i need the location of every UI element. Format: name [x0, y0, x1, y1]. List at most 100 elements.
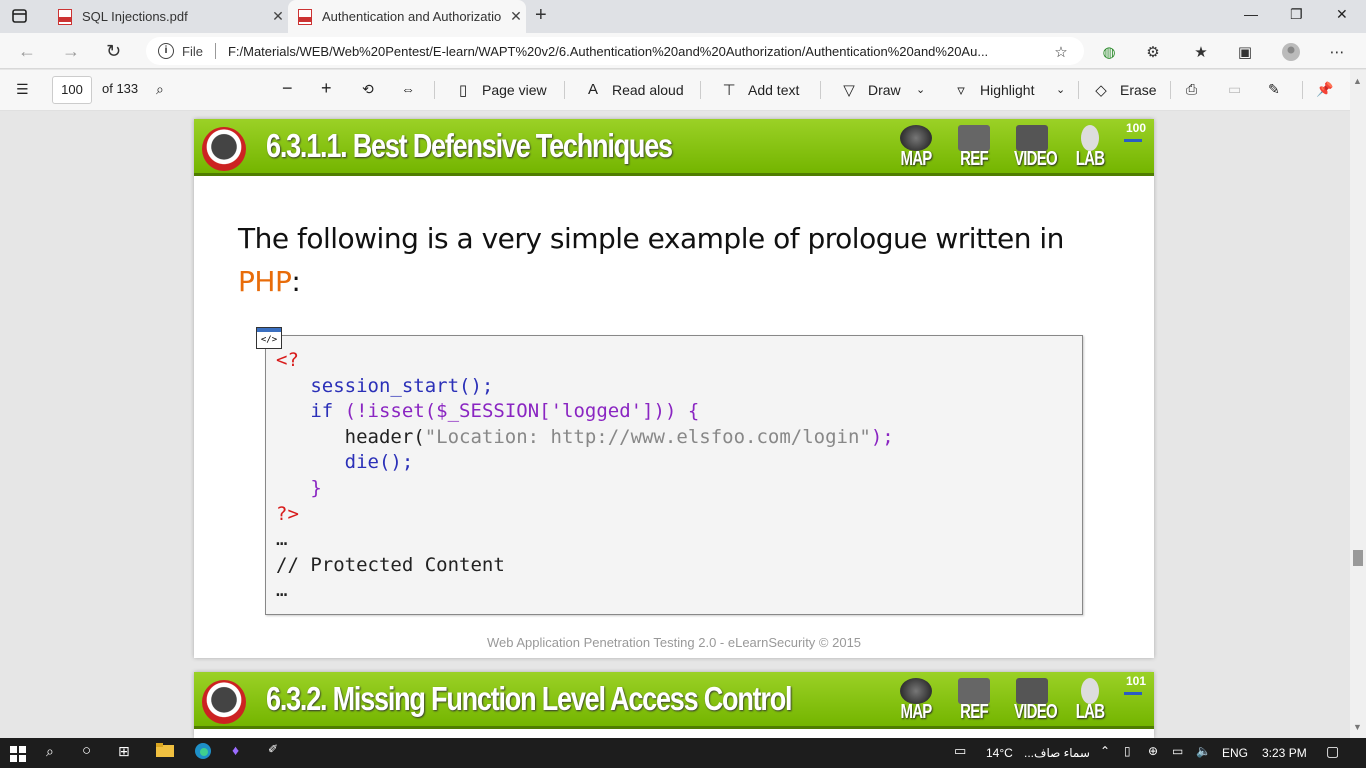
- close-tab-icon[interactable]: ✕: [506, 8, 526, 25]
- extension-globe-icon[interactable]: ◍: [1100, 43, 1118, 61]
- zoom-out-button[interactable]: −: [282, 78, 293, 99]
- highlight-label: Highlight: [980, 82, 1035, 98]
- pdf-page-next: 6.3.2. Missing Function Level Access Con…: [194, 672, 1154, 738]
- windows-start-icon[interactable]: [10, 746, 26, 762]
- read-aloud-label: Read aloud: [612, 81, 684, 98]
- erase-button[interactable]: ◇ Erase: [1092, 81, 1157, 99]
- rotate-icon[interactable]: ⟲: [362, 81, 374, 98]
- slide-title: 6.3.1.1. Best Defensive Techniques: [266, 127, 673, 164]
- tab-actions-icon[interactable]: [10, 7, 30, 25]
- elearnsecurity-logo-icon: [202, 680, 246, 724]
- add-text-button[interactable]: ⊤ Add text: [720, 81, 799, 99]
- favorites-icon[interactable]: ★: [1192, 43, 1210, 61]
- tab-authentication[interactable]: Authentication and Authorizatio ✕: [288, 0, 526, 33]
- info-icon[interactable]: i: [158, 43, 174, 59]
- tray-app-icon[interactable]: ▯: [1124, 744, 1131, 758]
- scrollbar-thumb[interactable]: [1353, 550, 1363, 566]
- contents-icon[interactable]: ☰: [16, 81, 29, 98]
- extensions-icon[interactable]: ⚙: [1144, 43, 1162, 61]
- read-aloud-button[interactable]: A Read aloud: [584, 81, 684, 98]
- weather-icon[interactable]: ▭: [954, 743, 966, 759]
- notification-icon[interactable]: ▢: [1326, 743, 1339, 760]
- highlight-options-chevron-icon[interactable]: ⌄: [1056, 83, 1065, 96]
- profile-avatar[interactable]: [1282, 43, 1300, 61]
- zoom-in-button[interactable]: +: [321, 78, 332, 99]
- windows-taskbar: ⌕ ○ ⊞ ♦ ✐ ▭ 14°C سماء صاف... ⌃ ▯ ⊕ ▭ 🔈 E…: [0, 738, 1366, 768]
- close-tab-icon[interactable]: ✕: [268, 8, 288, 25]
- app-wrench-icon[interactable]: ✐: [268, 742, 278, 756]
- weather-description[interactable]: سماء صاف...: [1024, 746, 1090, 760]
- highlight-button[interactable]: ▿ Highlight: [952, 81, 1034, 99]
- clock[interactable]: 3:23 PM: [1262, 746, 1307, 760]
- video-icon[interactable]: VIDEO: [1008, 125, 1058, 171]
- draw-options-chevron-icon[interactable]: ⌄: [916, 83, 925, 96]
- fit-page-icon[interactable]: ⇔: [401, 81, 415, 97]
- add-text-icon: ⊤: [722, 82, 736, 99]
- video-icon[interactable]: VIDEO: [1008, 678, 1058, 724]
- back-button[interactable]: ←: [18, 41, 36, 62]
- language-indicator[interactable]: ENG: [1222, 746, 1248, 760]
- slide-banner: 6.3.2. Missing Function Level Access Con…: [194, 672, 1154, 729]
- close-window-button[interactable]: ✕: [1336, 6, 1348, 23]
- minimize-button[interactable]: —: [1244, 6, 1258, 22]
- page-view-label: Page view: [482, 82, 547, 98]
- slide-page-number: 100: [1125, 121, 1146, 135]
- php-highlight: PHP: [238, 265, 292, 298]
- map-icon[interactable]: MAP: [892, 125, 940, 171]
- code-text: <? session_start(); if (!isset($_SESSION…: [276, 349, 894, 602]
- slide-nav-icons: MAP REF VIDEO LAB: [892, 678, 1114, 724]
- address-bar: ← → ↻ i File F:/Materials/WEB/Web%20Pent…: [0, 33, 1366, 69]
- task-view-icon[interactable]: ⊞: [118, 743, 130, 760]
- edge-browser-icon[interactable]: [194, 742, 212, 763]
- collections-icon[interactable]: ▣: [1236, 43, 1254, 61]
- tab-sql-injections[interactable]: SQL Injections.pdf ✕: [48, 0, 288, 33]
- elearnsecurity-logo-icon: [202, 127, 246, 171]
- slide-banner: 6.3.1.1. Best Defensive Techniques MAP R…: [194, 119, 1154, 176]
- pdf-file-icon: [298, 8, 312, 25]
- url-field[interactable]: i File F:/Materials/WEB/Web%20Pentest/E-…: [146, 37, 1084, 65]
- search-icon[interactable]: ⌕: [46, 743, 54, 760]
- network-icon[interactable]: ⊕: [1148, 744, 1158, 758]
- add-favorite-icon[interactable]: ☆: [1052, 43, 1070, 61]
- save-as-icon[interactable]: ✎: [1268, 81, 1280, 98]
- pdf-page: 6.3.1.1. Best Defensive Techniques MAP R…: [194, 119, 1154, 658]
- app-crystal-icon[interactable]: ♦: [232, 742, 239, 758]
- file-label: File: [182, 43, 203, 59]
- search-icon[interactable]: ⌕: [156, 81, 164, 98]
- slide-footer: Web Application Penetration Testing 2.0 …: [486, 635, 862, 650]
- ref-icon[interactable]: REF: [950, 678, 998, 724]
- lab-icon[interactable]: LAB: [1066, 125, 1114, 171]
- highlight-icon: ▿: [957, 82, 965, 99]
- slide-body-text: The following is a very simple example o…: [238, 222, 1064, 298]
- battery-icon[interactable]: ▭: [1172, 744, 1183, 758]
- ref-icon[interactable]: REF: [950, 125, 998, 171]
- tray-chevron-icon[interactable]: ⌃: [1100, 744, 1110, 758]
- volume-icon[interactable]: 🔈: [1196, 744, 1211, 758]
- tab-label: Authentication and Authorizatio: [322, 9, 502, 24]
- add-text-label: Add text: [748, 82, 800, 98]
- page-view-button[interactable]: ▯ Page view: [454, 81, 547, 99]
- new-tab-button[interactable]: +: [535, 4, 547, 27]
- cortana-icon[interactable]: ○: [82, 742, 91, 759]
- more-menu-icon[interactable]: ⋯: [1328, 43, 1346, 61]
- slide-page-number: 101: [1125, 674, 1146, 688]
- code-icon: </>: [256, 327, 282, 349]
- save-icon[interactable]: ▭: [1228, 81, 1241, 98]
- slide-nav-icons: MAP REF VIDEO LAB: [892, 125, 1114, 171]
- file-explorer-icon[interactable]: [156, 742, 174, 761]
- draw-label: Draw: [868, 82, 901, 98]
- slide-title: 6.3.2. Missing Function Level Access Con…: [266, 680, 793, 717]
- print-icon[interactable]: ⎙: [1186, 81, 1197, 98]
- url-text: F:/Materials/WEB/Web%20Pentest/E-learn/W…: [227, 43, 989, 59]
- erase-label: Erase: [1120, 82, 1157, 98]
- map-icon[interactable]: MAP: [892, 678, 940, 724]
- refresh-button[interactable]: ↻: [106, 41, 121, 62]
- page-number-input[interactable]: 100: [52, 76, 92, 104]
- vertical-scrollbar[interactable]: ▲ ▼: [1350, 70, 1366, 738]
- pin-toolbar-icon[interactable]: 📌: [1316, 81, 1333, 98]
- forward-button[interactable]: →: [62, 41, 80, 62]
- draw-button[interactable]: ▽ Draw: [840, 81, 901, 99]
- weather-temp[interactable]: 14°C: [986, 746, 1013, 760]
- restore-button[interactable]: ❐: [1290, 6, 1303, 23]
- lab-icon[interactable]: LAB: [1066, 678, 1114, 724]
